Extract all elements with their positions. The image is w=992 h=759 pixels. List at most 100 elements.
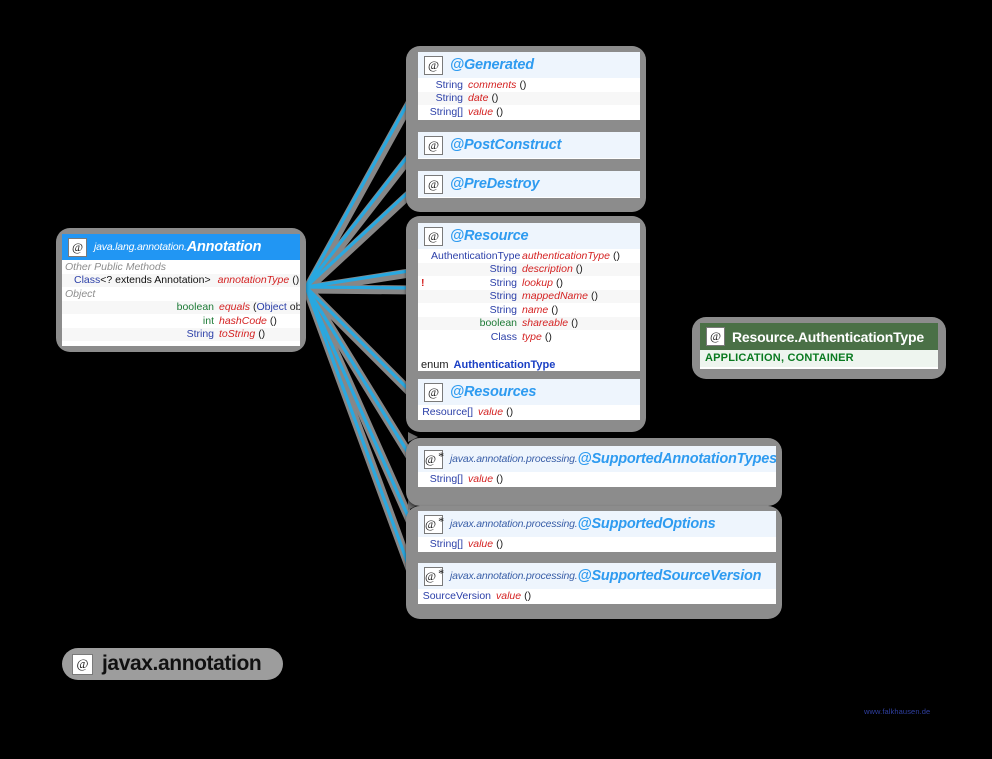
member-type: AuthenticationType — [431, 249, 521, 262]
member-args: () — [292, 274, 300, 287]
member-name: description — [522, 263, 573, 276]
annotation-box-generated[interactable]: @ @Generated String comments () String d… — [418, 52, 640, 120]
class-title: Annotation — [186, 239, 262, 255]
member-row-lookup[interactable]: ! String lookup () — [418, 276, 640, 290]
at-star-icon: @ — [424, 449, 443, 469]
member-type: String — [435, 92, 463, 105]
member-name: value — [478, 405, 504, 418]
member-row[interactable]: SourceVersion value () — [418, 589, 776, 603]
annotation-box-postconstruct[interactable]: @ @PostConstruct — [418, 132, 640, 159]
annotation-box-predestroy[interactable]: @ @PreDestroy — [418, 171, 640, 198]
member-type: String — [435, 78, 463, 91]
member-args: () — [524, 589, 532, 602]
annotation-box-supportedannotationtypes[interactable]: @ javax.annotation.processing. @Supporte… — [418, 446, 776, 487]
annotation-package-label: javax.annotation.processing. — [450, 453, 578, 465]
member-row-equals[interactable]: boolean equals (Object obj) — [62, 300, 300, 314]
member-row[interactable]: String[] value () — [418, 105, 640, 119]
member-group-header: Other Public Methods — [62, 260, 300, 274]
annotation-box-resource[interactable]: @ @Resource AuthenticationType authentic… — [418, 223, 640, 371]
at-icon: @ — [424, 382, 443, 402]
annotation-box-supportedoptions[interactable]: @ javax.annotation.processing. @Supporte… — [418, 511, 776, 552]
member-list-resources: Resource[] value () — [418, 405, 640, 419]
member-args: () — [571, 317, 579, 330]
member-name: value — [496, 589, 522, 602]
annotation-header-generated: @ @Generated — [418, 52, 640, 78]
annotation-header-resources: @ @Resources — [418, 379, 640, 405]
member-list-supportedannotationtypes: String[] value () — [418, 472, 776, 486]
member-list-resource: AuthenticationType authenticationType ()… — [418, 249, 640, 371]
member-list-supportedsourceversion: SourceVersion value () — [418, 589, 776, 603]
spacer-row — [418, 343, 640, 357]
member-name: equals — [219, 301, 250, 314]
member-name: lookup — [522, 276, 553, 289]
member-args: () — [496, 472, 504, 485]
member-type: String[] — [429, 472, 463, 485]
class-package-label: java.lang.annotation. — [94, 241, 187, 253]
member-list-annotation: Other Public Methods Class<? extends Ann… — [62, 260, 300, 341]
member-row[interactable]: boolean shareable () — [418, 316, 640, 330]
member-name: hashCode — [219, 314, 267, 327]
enum-values: APPLICATION, CONTAINER — [700, 350, 938, 367]
member-args: () — [496, 105, 504, 118]
enum-title: Resource.AuthenticationType — [732, 328, 924, 345]
member-type: SourceVersion — [422, 589, 491, 602]
member-row[interactable]: String[] value () — [418, 472, 776, 486]
member-row[interactable]: AuthenticationType authenticationType () — [418, 249, 640, 263]
member-args: (Object obj) — [252, 301, 300, 314]
member-type: boolean — [479, 317, 517, 330]
at-icon: @ — [424, 135, 443, 155]
watermark: www.falkhausen.de — [864, 707, 931, 716]
member-row[interactable]: String date () — [418, 91, 640, 105]
member-name: authenticationType — [522, 249, 610, 262]
member-args: () — [551, 303, 559, 316]
annotation-box-resources[interactable]: @ @Resources Resource[] value () — [418, 379, 640, 420]
member-type: String — [489, 290, 517, 303]
member-row[interactable]: String name () — [418, 303, 640, 317]
annotation-header-postconstruct: @ @PostConstruct — [418, 132, 640, 158]
member-name: type — [522, 330, 542, 343]
member-row[interactable]: String comments () — [418, 78, 640, 92]
at-icon: @ — [72, 653, 93, 675]
member-name: name — [522, 303, 549, 316]
annotation-box-supportedsourceversion[interactable]: @ javax.annotation.processing. @Supporte… — [418, 563, 776, 604]
at-icon: @ — [424, 226, 443, 246]
package-pill-javax-annotation[interactable]: @ javax.annotation — [62, 648, 284, 680]
member-row[interactable]: String mappedName () — [418, 289, 640, 303]
member-type: String — [186, 328, 214, 341]
member-row[interactable]: Resource[] value () — [418, 405, 640, 419]
annotation-title: @SupportedOptions — [577, 516, 716, 532]
annotation-header-supportedoptions: @ javax.annotation.processing. @Supporte… — [418, 511, 776, 537]
annotation-package-label: javax.annotation.processing. — [450, 570, 578, 582]
member-type: Class — [490, 330, 517, 343]
member-row[interactable]: String description () — [418, 262, 640, 276]
annotation-title: @Resource — [450, 228, 529, 244]
annotation-title: @Resources — [450, 384, 537, 400]
member-args: () — [491, 92, 499, 105]
member-name: mappedName — [522, 290, 588, 303]
deprecated-marker: ! — [421, 276, 425, 289]
member-name: value — [468, 105, 494, 118]
member-args: () — [555, 276, 563, 289]
member-args: () — [590, 290, 598, 303]
annotation-title: @PreDestroy — [450, 176, 540, 192]
annotation-header-resource: @ @Resource — [418, 223, 640, 249]
member-row[interactable]: Class type () — [418, 330, 640, 344]
member-name: toString — [219, 328, 256, 341]
enum-box-authenticationtype[interactable]: @ Resource.AuthenticationType APPLICATIO… — [700, 323, 938, 369]
member-row[interactable]: String[] value () — [418, 537, 776, 551]
member-row-hashcode[interactable]: int hashCode () — [62, 314, 300, 328]
member-row-tostring[interactable]: String toString () — [62, 327, 300, 341]
member-row-annotationtype[interactable]: Class<? extends Annotation> annotationTy… — [62, 273, 300, 287]
member-type: String — [489, 303, 517, 316]
group-label: Object — [65, 287, 96, 300]
at-star-icon: @ — [424, 566, 443, 586]
at-icon: @ — [706, 327, 725, 346]
member-args: () — [269, 314, 277, 327]
class-box-annotation[interactable]: @ java.lang.annotation. Annotation Other… — [62, 234, 300, 346]
member-args: () — [506, 405, 514, 418]
enum-header-authenticationtype: @ Resource.AuthenticationType — [700, 323, 938, 350]
annotation-package-label: javax.annotation.processing. — [450, 518, 578, 530]
package-pill-label: javax.annotation — [102, 652, 262, 675]
member-type: Resource[] — [422, 405, 473, 418]
nested-enum-row[interactable]: enum AuthenticationType — [418, 357, 640, 371]
